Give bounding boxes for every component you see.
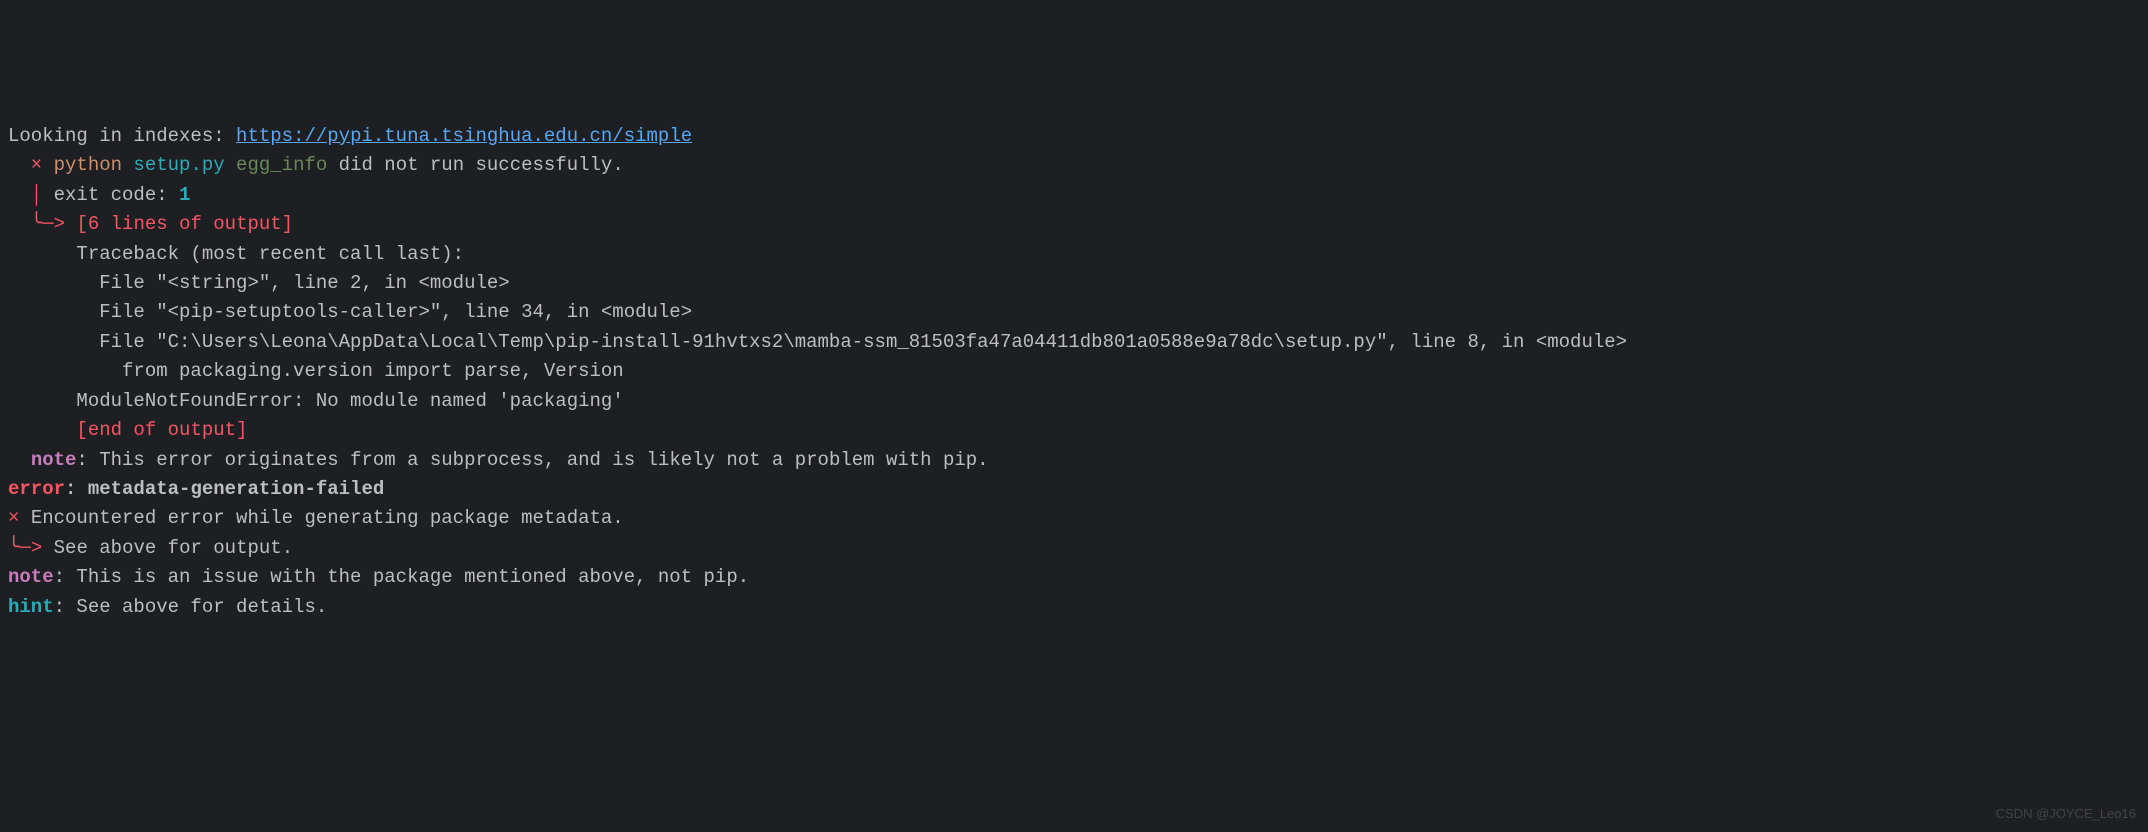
error-message: ModuleNotFoundError: No module named 'pa… bbox=[8, 387, 2140, 416]
text: Looking in indexes: bbox=[8, 125, 236, 147]
setup-py: setup.py bbox=[122, 154, 225, 176]
output-line: note: This error originates from a subpr… bbox=[8, 446, 2140, 475]
indent bbox=[8, 419, 76, 441]
text: did not run successfully. bbox=[327, 154, 623, 176]
error-label: error bbox=[8, 478, 65, 500]
output-line: hint: See above for details. bbox=[8, 593, 2140, 622]
error-name: metadata-generation-failed bbox=[88, 478, 384, 500]
hint-label: hint bbox=[8, 596, 54, 618]
output-line: note: This is an issue with the package … bbox=[8, 563, 2140, 592]
egg-info: egg_info bbox=[225, 154, 328, 176]
note-text: : This error originates from a subproces… bbox=[76, 449, 988, 471]
pipe-marker: │ bbox=[8, 184, 54, 206]
exit-label: exit code: bbox=[54, 184, 179, 206]
error-summary: Encountered error while generating packa… bbox=[31, 507, 624, 529]
python-cmd: python bbox=[54, 154, 122, 176]
traceback-line: File "<pip-setuptools-caller>", line 34,… bbox=[8, 298, 2140, 327]
hint-text: : See above for details. bbox=[54, 596, 328, 618]
output-line: Looking in indexes: https://pypi.tuna.ts… bbox=[8, 122, 2140, 151]
arrow-marker: ╰─> bbox=[8, 537, 54, 559]
note-label: note bbox=[31, 449, 77, 471]
output-line: [end of output] bbox=[8, 416, 2140, 445]
arrow-marker: ╰─> bbox=[8, 213, 76, 235]
note-label: note bbox=[8, 566, 54, 588]
exit-code: 1 bbox=[179, 184, 190, 206]
note-text: : This is an issue with the package ment… bbox=[54, 566, 750, 588]
see-above: See above for output. bbox=[54, 537, 293, 559]
watermark: CSDN @JOYCE_Leo16 bbox=[1996, 804, 2136, 824]
output-line: ╰─> See above for output. bbox=[8, 534, 2140, 563]
traceback-line: from packaging.version import parse, Ver… bbox=[8, 357, 2140, 386]
traceback-line: Traceback (most recent call last): bbox=[8, 240, 2140, 269]
output-footer: [end of output] bbox=[76, 419, 247, 441]
output-line: │ exit code: 1 bbox=[8, 181, 2140, 210]
terminal-output: Looking in indexes: https://pypi.tuna.ts… bbox=[8, 122, 2140, 622]
output-header: [6 lines of output] bbox=[76, 213, 293, 235]
traceback-line: File "C:\Users\Leona\AppData\Local\Temp\… bbox=[8, 328, 2140, 357]
output-line: × python setup.py egg_info did not run s… bbox=[8, 151, 2140, 180]
output-line: × Encountered error while generating pac… bbox=[8, 504, 2140, 533]
output-line: ╰─> [6 lines of output] bbox=[8, 210, 2140, 239]
traceback-line: File "<string>", line 2, in <module> bbox=[8, 269, 2140, 298]
output-line: error: metadata-generation-failed bbox=[8, 475, 2140, 504]
error-marker: × bbox=[8, 507, 31, 529]
error-marker: × bbox=[8, 154, 54, 176]
indent bbox=[8, 449, 31, 471]
colon: : bbox=[65, 478, 88, 500]
index-url-link[interactable]: https://pypi.tuna.tsinghua.edu.cn/simple bbox=[236, 125, 692, 147]
